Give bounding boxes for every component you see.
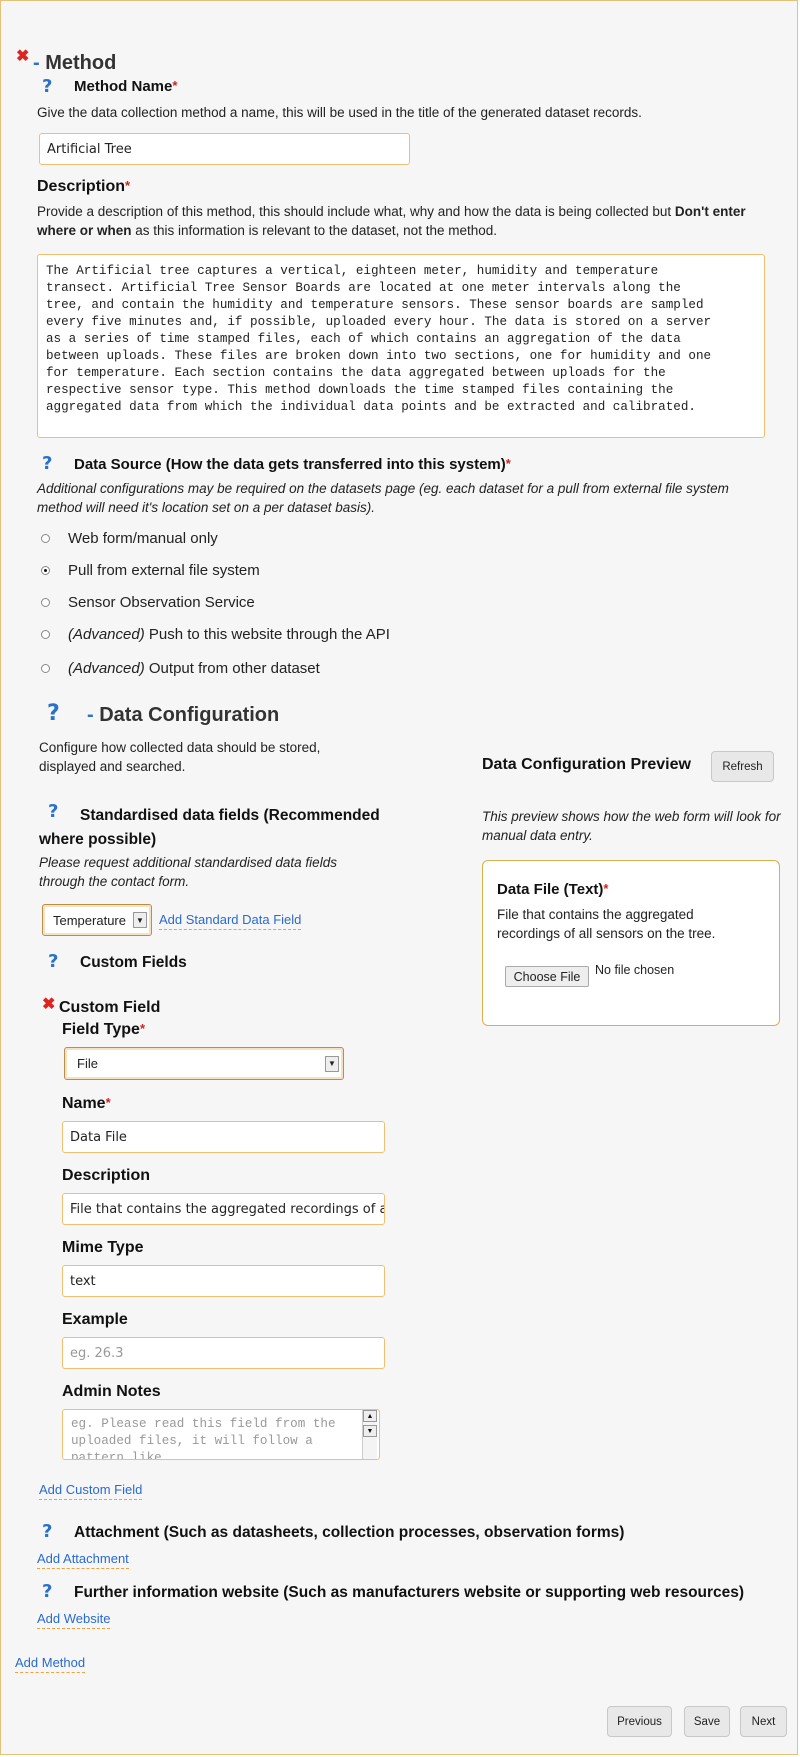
example-label: Example xyxy=(62,1311,128,1328)
mime-type-label: Mime Type xyxy=(62,1239,144,1256)
radio-push-api[interactable]: (Advanced) Push to this website through … xyxy=(41,626,390,643)
radio-pull-external[interactable]: Pull from external file system xyxy=(41,562,260,579)
preview-title: Data Configuration Preview xyxy=(482,756,691,773)
field-description-label: Description xyxy=(62,1167,151,1184)
admin-notes-scrollbar[interactable]: ▲ ▼ xyxy=(362,1410,377,1459)
help-icon[interactable]: ? xyxy=(42,1521,52,1542)
add-custom-field-link[interactable]: Add Custom Field xyxy=(39,1482,143,1500)
scroll-up-icon[interactable]: ▲ xyxy=(363,1410,377,1422)
description-label: Description* xyxy=(37,178,131,195)
standard-field-select[interactable]: Temperature ▼ xyxy=(42,904,152,936)
radio-button[interactable] xyxy=(41,630,50,639)
preview-field-help: File that contains the aggregated record… xyxy=(497,907,716,941)
radio-output-other[interactable]: (Advanced) Output from other dataset xyxy=(41,660,320,677)
chevron-down-icon[interactable]: ▼ xyxy=(133,912,147,928)
field-type-label: Field Type* xyxy=(62,1021,145,1038)
add-method-link[interactable]: Add Method xyxy=(15,1655,86,1673)
form-panel: ✖ - Method ? Method Name* Give the data … xyxy=(0,0,798,1755)
standard-fields-help: Please request additional standardised d… xyxy=(39,855,337,889)
data-config-help: Configure how collected data should be s… xyxy=(39,740,321,774)
preview-field-label: Data File (Text)* xyxy=(497,881,609,898)
radio-button[interactable] xyxy=(41,664,50,673)
method-name-input[interactable]: Artificial Tree xyxy=(39,133,410,165)
preview-box: Data File (Text)* File that contains the… xyxy=(482,860,780,1026)
save-button[interactable]: Save xyxy=(684,1706,730,1737)
radio-button[interactable] xyxy=(41,566,50,575)
help-icon[interactable]: ? xyxy=(42,1581,52,1602)
data-config-title: - Data Configuration xyxy=(87,704,280,726)
scroll-down-icon[interactable]: ▼ xyxy=(363,1425,377,1437)
radio-label: Web form/manual only xyxy=(68,530,218,547)
radio-label: Push to this website through the API xyxy=(144,626,390,643)
chevron-down-icon[interactable]: ▼ xyxy=(325,1055,339,1072)
data-source-help: Additional configurations may be require… xyxy=(37,481,729,515)
no-file-text: No file chosen xyxy=(595,963,675,977)
field-name-input[interactable]: Data File xyxy=(62,1121,385,1153)
website-label: Further information website (Such as man… xyxy=(74,1584,745,1601)
next-button[interactable]: Next xyxy=(740,1706,787,1737)
admin-notes-label: Admin Notes xyxy=(62,1383,161,1400)
radio-button[interactable] xyxy=(41,534,50,543)
radio-web-form[interactable]: Web form/manual only xyxy=(41,530,218,547)
radio-button[interactable] xyxy=(41,598,50,607)
remove-custom-field-icon[interactable]: ✖ xyxy=(42,994,55,1014)
field-type-select[interactable]: File ▼ xyxy=(64,1047,344,1080)
remove-method-icon[interactable]: ✖ xyxy=(16,46,29,66)
add-standard-field-link[interactable]: Add Standard Data Field xyxy=(159,912,302,930)
help-icon[interactable]: ? xyxy=(42,76,52,97)
radio-prefix: (Advanced) xyxy=(68,660,145,677)
method-name-label: Method Name* xyxy=(74,78,178,95)
radio-label: Pull from external file system xyxy=(68,562,260,579)
help-icon[interactable]: ? xyxy=(47,701,60,726)
preview-help: This preview shows how the web form will… xyxy=(482,809,781,843)
description-textarea[interactable]: The Artificial tree captures a vertical,… xyxy=(37,254,765,438)
custom-field-title: Custom Field xyxy=(59,999,161,1016)
help-icon[interactable]: ? xyxy=(48,951,58,972)
previous-button[interactable]: Previous xyxy=(607,1706,672,1737)
help-icon[interactable]: ? xyxy=(42,453,52,474)
method-name-help: Give the data collection method a name, … xyxy=(37,105,642,120)
standard-fields-label: Standardised data fields (Recommended wh… xyxy=(39,807,380,848)
mime-type-input[interactable]: text xyxy=(62,1265,385,1297)
field-description-input[interactable]: File that contains the aggregated record… xyxy=(62,1193,385,1225)
refresh-button[interactable]: Refresh xyxy=(711,751,774,782)
admin-notes-textarea[interactable]: eg. Please read this field from the uplo… xyxy=(62,1409,380,1460)
choose-file-button[interactable]: Choose File xyxy=(505,966,589,987)
radio-sensor-observation[interactable]: Sensor Observation Service xyxy=(41,594,255,611)
description-help: Provide a description of this method, th… xyxy=(37,204,746,238)
radio-prefix: (Advanced) xyxy=(68,626,145,643)
add-attachment-link[interactable]: Add Attachment xyxy=(37,1551,129,1569)
attachment-label: Attachment (Such as datasheets, collecti… xyxy=(74,1524,625,1541)
radio-label: Output from other dataset xyxy=(144,660,320,677)
data-source-label: Data Source (How the data gets transferr… xyxy=(74,456,511,473)
field-name-label: Name* xyxy=(62,1095,111,1112)
custom-fields-label: Custom Fields xyxy=(80,954,187,971)
add-website-link[interactable]: Add Website xyxy=(37,1611,111,1629)
method-section-title: - Method xyxy=(33,52,117,74)
example-input[interactable]: eg. 26.3 xyxy=(62,1337,385,1369)
radio-label: Sensor Observation Service xyxy=(68,594,255,611)
